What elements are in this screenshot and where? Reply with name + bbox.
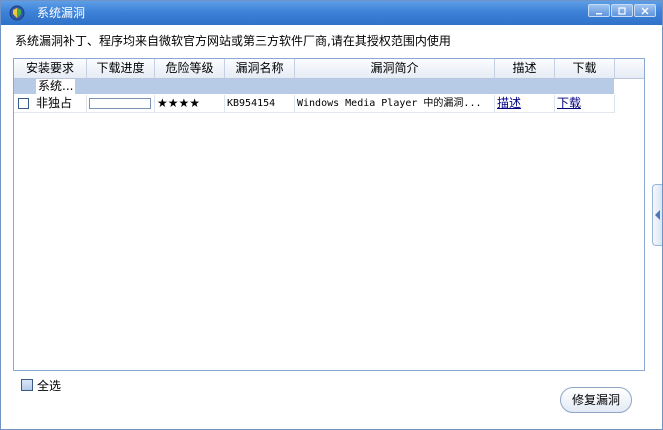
window-title: 系统漏洞 [37,6,86,20]
select-all-checkbox[interactable]: 全选 [21,377,61,393]
side-expand-handle[interactable] [652,184,662,246]
vulnerability-window: 系统漏洞 系统漏洞补丁、程序均来自微软官方网站或第三方软件厂商,请在其授权范围内… [0,0,663,430]
vulnerability-name: KB954154 [225,95,295,112]
vulnerability-summary: Windows Media Player 中的漏洞... [295,95,495,112]
progress-cell [87,95,155,112]
table-row[interactable]: 非独占 ★★★★ KB954154 Windows Media Player 中… [14,95,615,113]
danger-level: ★★★★ [155,95,225,112]
group-label: 系统... [36,79,76,94]
column-header-danger[interactable]: 危险等级 [155,59,225,78]
column-header-progress[interactable]: 下载进度 [87,59,155,78]
fix-vulnerability-button[interactable]: 修复漏洞 [560,387,632,413]
select-all-label: 全选 [37,378,62,393]
requirement-cell: 非独占 [14,95,87,112]
window-controls [587,4,656,17]
describe-link[interactable]: 描述 [495,96,521,110]
requirement-label: 非独占 [36,96,73,110]
column-header-requirement[interactable]: 安装要求 [14,59,87,78]
header-filler [615,59,644,78]
column-header-name[interactable]: 漏洞名称 [225,59,295,78]
maximize-icon[interactable] [611,4,633,17]
download-progress-bar [89,98,151,109]
table-header: 安装要求 下载进度 危险等级 漏洞名称 漏洞简介 描述 下载 [14,59,644,79]
download-cell: 下载 [555,95,615,112]
close-icon[interactable] [634,4,656,17]
license-notice: 系统漏洞补丁、程序均来自微软官方网站或第三方软件厂商,请在其授权范围内使用 [15,34,451,48]
title-bar[interactable]: 系统漏洞 [1,1,662,25]
select-all-box[interactable] [21,379,33,391]
group-row[interactable]: 系统... [14,79,614,94]
download-link[interactable]: 下载 [555,96,581,110]
chevron-left-icon [655,210,660,220]
column-header-download[interactable]: 下载 [555,59,615,78]
shield-globe-icon [9,5,25,21]
column-header-describe[interactable]: 描述 [495,59,555,78]
vulnerability-table: 安装要求 下载进度 危险等级 漏洞名称 漏洞简介 描述 下载 系统... 非独占… [13,58,645,371]
column-header-summary[interactable]: 漏洞简介 [295,59,495,78]
minimize-icon[interactable] [588,4,610,17]
row-checkbox[interactable] [18,98,29,109]
describe-cell: 描述 [495,95,555,112]
